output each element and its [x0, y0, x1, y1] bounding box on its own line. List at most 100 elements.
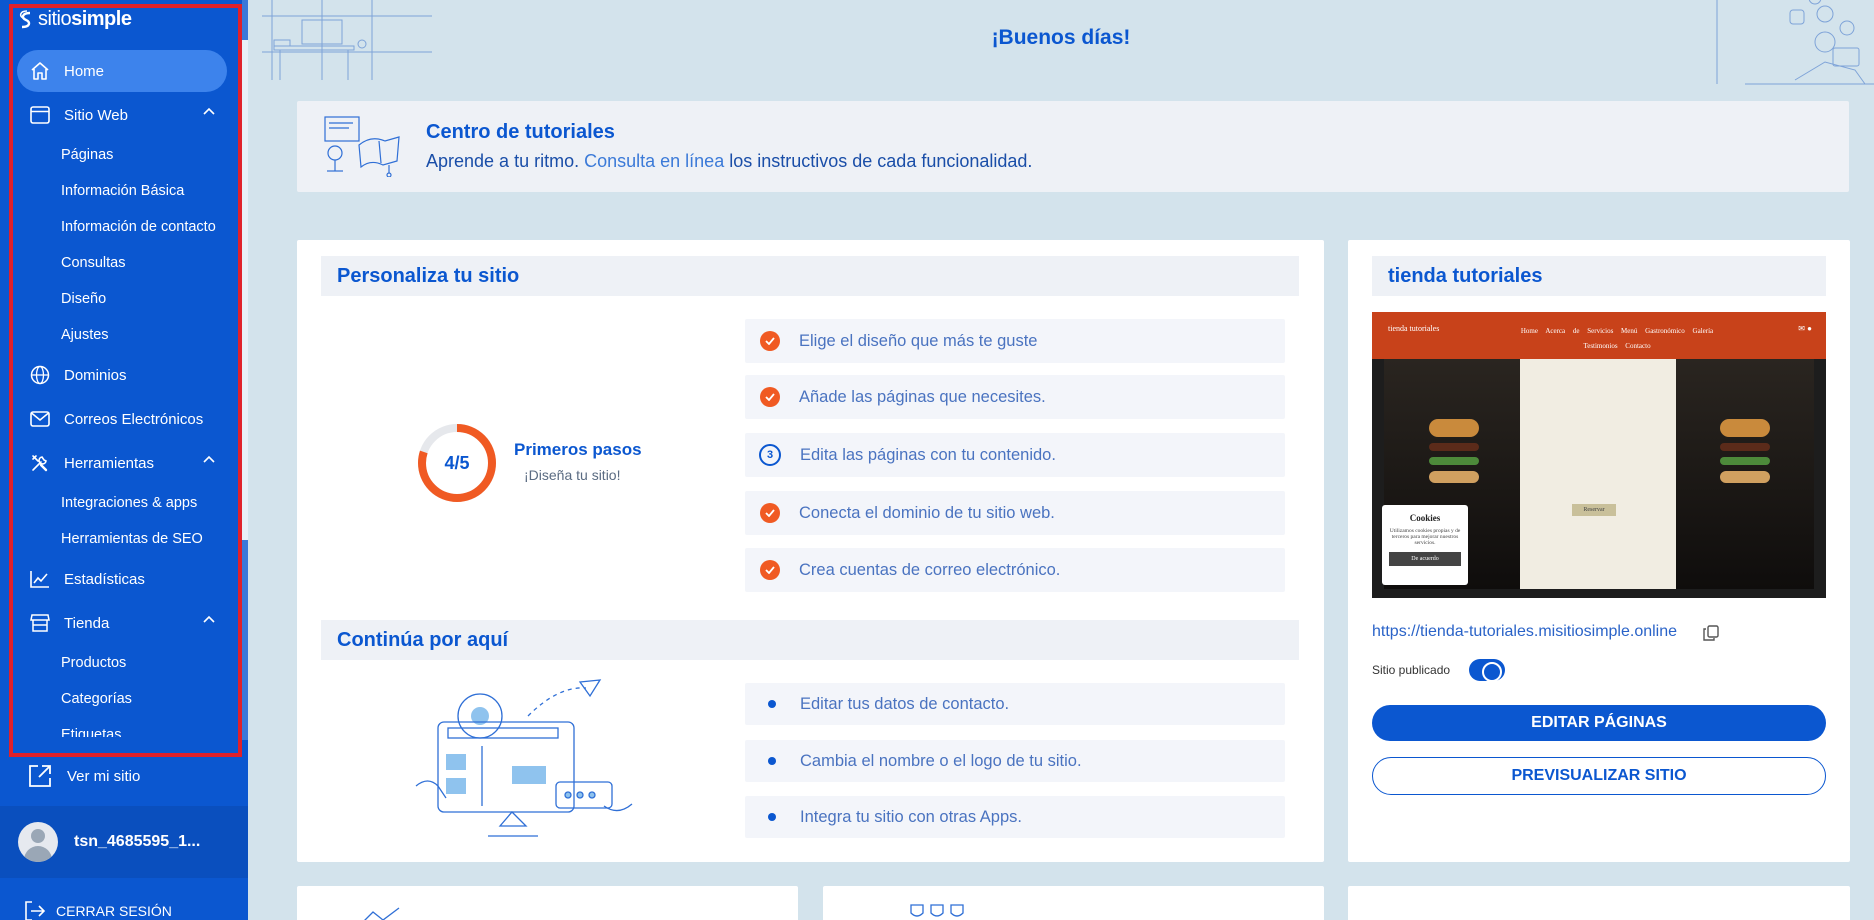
- continua-item[interactable]: Editar tus datos de contacto.: [745, 683, 1285, 725]
- chevron-up-icon[interactable]: [203, 615, 215, 623]
- ver-mi-sitio-label: Ver mi sitio: [67, 767, 141, 785]
- user-profile[interactable]: tsn_4685595_1...: [0, 806, 248, 878]
- sidebar-subitem-informacion-basica[interactable]: Información Básica: [61, 183, 184, 199]
- sidebar-subitem-informacion-contacto[interactable]: Información de contacto: [61, 219, 216, 235]
- tutorial-text-after: los instructivos de cada funcionalidad.: [729, 151, 1033, 171]
- sidebar-item-label: Correos Electrónicos: [64, 410, 204, 428]
- step-item[interactable]: Elige el diseño que más te guste: [745, 319, 1285, 363]
- step-label: Añade las páginas que necesites.: [799, 387, 1046, 406]
- tools-icon: [28, 451, 52, 475]
- logout-button[interactable]: CERRAR SESIÓN: [24, 901, 172, 920]
- preview-site-button[interactable]: PREVISUALIZAR SITIO: [1372, 757, 1826, 795]
- sidebar-item-tienda[interactable]: Tienda: [17, 602, 227, 644]
- site-url-link[interactable]: https://tienda-tutoriales.misitiosimple.…: [1372, 623, 1677, 641]
- step-item[interactable]: Crea cuentas de correo electrónico.: [745, 548, 1285, 592]
- sidebar-subitem-integraciones[interactable]: Integraciones & apps: [61, 495, 197, 511]
- continua-item-label: Cambia el nombre o el logo de tu sitio.: [800, 751, 1082, 770]
- site-preview[interactable]: tienda tutoriales Home Acerca de Servici…: [1372, 312, 1826, 598]
- sidebar-item-home[interactable]: Home: [17, 50, 227, 92]
- burger-image-right: [1676, 359, 1814, 589]
- chart-line-icon: [28, 567, 52, 591]
- sidebar-subitem-productos[interactable]: Productos: [61, 655, 126, 671]
- sidebar-subitem-categorias[interactable]: Categorías: [61, 691, 132, 707]
- computer-gears-illustration: [415, 679, 633, 837]
- sidebar-item-label: Dominios: [64, 366, 127, 384]
- primeros-pasos-title: Primeros pasos: [514, 440, 642, 459]
- sidebar: sitiosimple Home Sitio Web Páginas Infor…: [0, 0, 248, 920]
- sidebar-subitem-consultas[interactable]: Consultas: [61, 255, 125, 271]
- sidebar-item-correos[interactable]: Correos Electrónicos: [17, 398, 227, 440]
- shields-illustration: [910, 904, 964, 917]
- external-link-icon: [29, 765, 51, 787]
- burger-bun: [1429, 419, 1479, 437]
- bottom-card-1: [297, 886, 798, 920]
- personaliza-title: Personaliza tu sitio: [321, 256, 1299, 296]
- copy-icon[interactable]: [1703, 625, 1719, 641]
- step-label: Conecta el dominio de tu sitio web.: [799, 503, 1055, 522]
- cookie-button: De acuerdo: [1389, 552, 1461, 566]
- cookie-text: Utilizamos cookies propias y de terceros…: [1389, 528, 1461, 546]
- bullet-dot: [768, 757, 776, 765]
- sidebar-subitem-diseno[interactable]: Diseño: [61, 291, 106, 307]
- browser-window-icon: [28, 103, 52, 127]
- sidebar-item-herramientas[interactable]: Herramientas: [17, 442, 227, 484]
- tutorial-banner[interactable]: Centro de tutoriales Aprende a tu ritmo.…: [297, 101, 1849, 192]
- burger-patty: [1429, 443, 1479, 451]
- edit-pages-button[interactable]: EDITAR PÁGINAS: [1372, 705, 1826, 741]
- ver-mi-sitio-link[interactable]: Ver mi sitio: [27, 763, 140, 789]
- greeting: ¡Buenos días!: [991, 26, 1131, 49]
- check-icon: [760, 560, 780, 580]
- bullet-dot: [768, 813, 776, 821]
- step-label: Elige el diseño que más te guste: [799, 331, 1038, 350]
- chart-illustration: [364, 907, 400, 920]
- primeros-pasos-subtitle: ¡Diseña tu sitio!: [524, 467, 621, 483]
- continua-item-label: Editar tus datos de contacto.: [800, 694, 1010, 713]
- sidebar-item-label: Home: [64, 62, 105, 80]
- bottom-card-2: [823, 886, 1324, 920]
- burger-bun: [1720, 419, 1770, 437]
- burger-lettuce: [1720, 457, 1770, 465]
- sidebar-subitem-paginas[interactable]: Páginas: [61, 147, 113, 163]
- store-icon: [28, 611, 52, 635]
- chevron-up-icon[interactable]: [203, 455, 215, 463]
- chevron-up-icon[interactable]: [203, 107, 215, 115]
- step-label: Crea cuentas de correo electrónico.: [799, 560, 1061, 579]
- sidebar-item-sitio-web[interactable]: Sitio Web: [17, 94, 227, 136]
- mail-icon: [28, 407, 52, 431]
- step-label: Edita las páginas con tu contenido.: [800, 445, 1056, 464]
- preview-brand: tienda tutoriales: [1388, 324, 1440, 333]
- burger-bottom-bun: [1720, 471, 1770, 483]
- sidebar-subitem-ajustes[interactable]: Ajustes: [61, 327, 109, 343]
- continua-item[interactable]: Cambia el nombre o el logo de tu sitio.: [745, 740, 1285, 782]
- globe-icon: [28, 363, 52, 387]
- sidebar-subitem-seo[interactable]: Herramientas de SEO: [61, 531, 203, 547]
- step-item[interactable]: 3 Edita las páginas con tu contenido.: [745, 433, 1285, 477]
- sidebar-item-label: Sitio Web: [64, 106, 128, 124]
- preview-reserve-button: Reservar: [1572, 504, 1616, 516]
- preview-mail-user-icon: ✉ ●: [1798, 324, 1812, 333]
- progress-ring: 4/5: [416, 422, 498, 504]
- preview-hero: [1520, 359, 1676, 589]
- preview-menu: Home Acerca de Servicios Menú Gastronómi…: [1520, 327, 1714, 350]
- sidebar-subitem-etiquetas[interactable]: Etiquetas: [61, 727, 121, 737]
- site-title: tienda tutoriales: [1372, 256, 1826, 296]
- continua-item[interactable]: Integra tu sitio con otras Apps.: [745, 796, 1285, 838]
- sidebar-item-dominios[interactable]: Dominios: [17, 354, 227, 396]
- preview-header: tienda tutoriales Home Acerca de Servici…: [1372, 312, 1826, 359]
- sidebar-item-estadisticas[interactable]: Estadísticas: [17, 558, 227, 600]
- sidebar-scrollbar-thumb[interactable]: [242, 40, 248, 540]
- burger-lettuce: [1429, 457, 1479, 465]
- published-toggle[interactable]: [1469, 659, 1505, 682]
- cookie-title: Cookies: [1409, 513, 1441, 523]
- tutorial-text-before: Aprende a tu ritmo.: [426, 151, 580, 171]
- published-label: Sitio publicado: [1372, 663, 1451, 677]
- tutorial-link[interactable]: Consulta en línea: [584, 151, 724, 171]
- burger-patty: [1720, 443, 1770, 451]
- step-item[interactable]: Añade las páginas que necesites.: [745, 375, 1285, 419]
- step-item[interactable]: Conecta el dominio de tu sitio web.: [745, 491, 1285, 535]
- avatar: [18, 822, 58, 862]
- sidebar-item-label: Tienda: [64, 614, 110, 632]
- bullet-dot: [768, 700, 776, 708]
- step-number-badge: 3: [759, 444, 781, 466]
- logout-label: CERRAR SESIÓN: [56, 903, 172, 919]
